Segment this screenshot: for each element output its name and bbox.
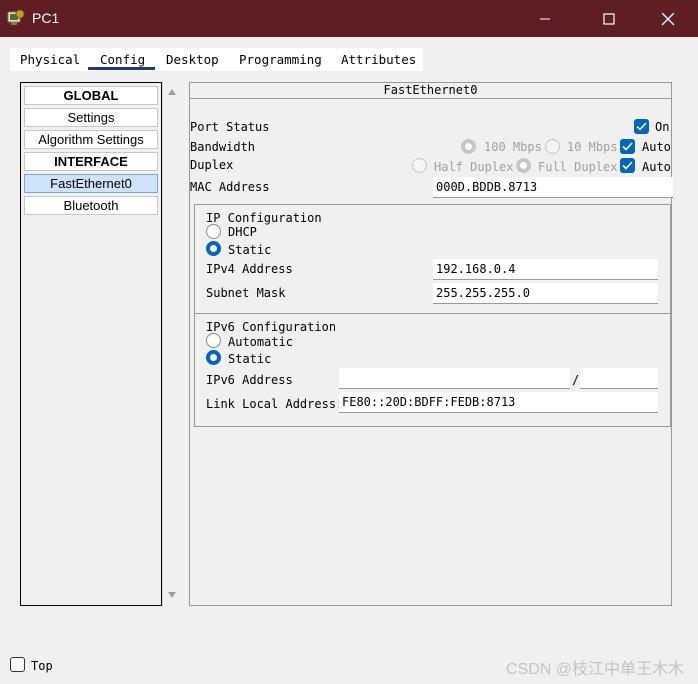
tab-programming[interactable]: Programming: [239, 52, 322, 67]
list-item-algorithm-settings[interactable]: Algorithm Settings: [24, 130, 158, 149]
list-item-bluetooth[interactable]: Bluetooth: [24, 196, 158, 215]
tab-physical[interactable]: Physical: [20, 52, 80, 67]
packet-tracer-pc-icon: [6, 8, 26, 28]
subnet-mask-field[interactable]: 255.255.255.0: [433, 283, 658, 304]
list-item-fastethernet0[interactable]: FastEthernet0: [24, 174, 158, 193]
list-item-settings[interactable]: Settings: [24, 108, 158, 127]
ipv6-static-radio[interactable]: [206, 350, 221, 365]
scroll-down-icon[interactable]: [167, 591, 177, 599]
port-status-on-label: On: [655, 120, 670, 134]
settings-list-scrollbar[interactable]: [162, 82, 182, 606]
list-header-global[interactable]: GLOBAL: [24, 86, 158, 105]
subnet-mask-label: Subnet Mask: [206, 286, 286, 300]
bandwidth-10-label: 10 Mbps: [567, 140, 618, 154]
ipv6-address-label: IPv6 Address: [206, 373, 293, 387]
interface-title: FastEthernet0: [190, 83, 671, 99]
scroll-up-icon[interactable]: [167, 88, 177, 96]
minimize-icon: [540, 18, 550, 19]
watermark: CSDN @枝江中单王木木: [505, 661, 684, 678]
link-local-address-label: Link Local Address:: [206, 397, 344, 411]
tab-attributes[interactable]: Attributes: [341, 52, 416, 67]
checkmark-icon: [622, 161, 633, 170]
duplex-auto-label: Auto: [642, 160, 671, 174]
checkmark-icon: [622, 142, 633, 151]
link-local-address-field[interactable]: FE80::20D:BDFF:FEDB:8713: [339, 392, 658, 413]
bandwidth-10-radio[interactable]: [545, 139, 560, 154]
bandwidth-label: Bandwidth: [190, 140, 256, 154]
bandwidth-100-radio[interactable]: [461, 139, 476, 154]
tab-desktop[interactable]: Desktop: [166, 52, 219, 67]
static-ip-label: Static: [228, 243, 272, 257]
static-ip-radio[interactable]: [206, 241, 221, 256]
ipv6-prefix-field[interactable]: [580, 368, 658, 389]
close-button[interactable]: [645, 0, 691, 37]
maximize-button[interactable]: [586, 0, 632, 37]
close-icon: [661, 12, 675, 25]
mac-address-label: MAC Address: [190, 180, 270, 194]
bandwidth-auto-checkbox[interactable]: [620, 139, 635, 154]
dhcp-label: DHCP: [228, 225, 257, 239]
full-duplex-radio[interactable]: [516, 158, 531, 173]
tab-config[interactable]: Config: [100, 52, 145, 67]
top-checkbox[interactable]: [10, 657, 25, 672]
maximize-icon: [603, 12, 615, 25]
checkmark-icon: [636, 122, 647, 131]
port-status-label: Port Status: [190, 120, 270, 134]
ipv6-automatic-radio[interactable]: [206, 333, 221, 348]
active-tab-indicator: [88, 67, 155, 70]
window-title: PC1: [32, 10, 60, 26]
minimize-button[interactable]: [522, 0, 568, 37]
half-duplex-radio[interactable]: [412, 158, 427, 173]
port-status-checkbox[interactable]: [634, 119, 649, 134]
ipv6-address-field[interactable]: [339, 368, 570, 389]
duplex-label: Duplex: [190, 158, 234, 172]
ipv6-configuration-title: IPv6 Configuration: [206, 320, 337, 334]
bandwidth-100-label: 100 Mbps: [484, 140, 542, 154]
full-duplex-label: Full Duplex: [538, 160, 618, 174]
half-duplex-label: Half Duplex: [434, 160, 514, 174]
ipv4-address-label: IPv4 Address: [206, 262, 293, 276]
ipv6-static-label: Static: [228, 352, 272, 366]
list-header-interface[interactable]: INTERFACE: [24, 152, 158, 171]
dhcp-radio[interactable]: [206, 224, 221, 239]
top-label: Top: [31, 659, 53, 673]
mac-address-field[interactable]: 000D.BDDB.8713: [433, 177, 673, 198]
ipv4-address-field[interactable]: 192.168.0.4: [433, 259, 658, 280]
duplex-auto-checkbox[interactable]: [620, 158, 635, 173]
bandwidth-auto-label: Auto: [642, 140, 671, 154]
ipv6-automatic-label: Automatic: [228, 335, 294, 349]
ip-configuration-title: IP Configuration: [206, 211, 322, 225]
prefix-separator: /: [572, 373, 580, 387]
